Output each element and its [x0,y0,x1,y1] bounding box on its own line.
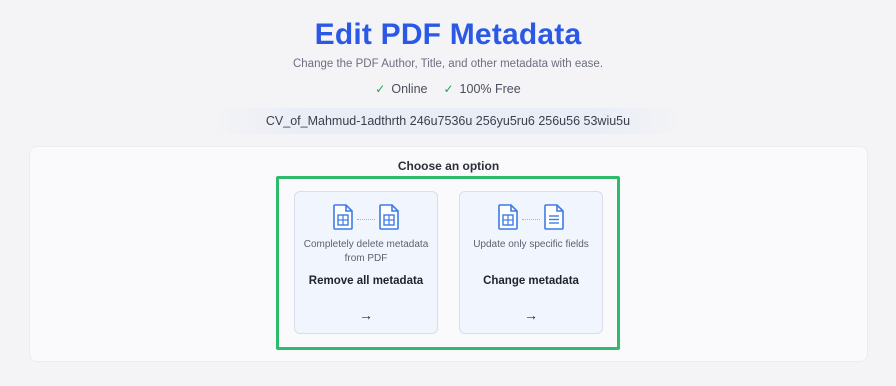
connector-dots [357,219,375,220]
text-doc-icon [544,204,564,235]
pdf-doc-icon [333,204,353,235]
card-icons [460,204,602,235]
change-metadata-option[interactable]: Update only specific fields Change metad… [459,191,603,334]
feature-label: Online [391,82,428,96]
option-description: Update only specific fields [473,239,589,250]
pdf-doc-icon [379,204,399,235]
connector-dots [522,219,540,220]
check-icon: ✓ [443,82,454,96]
feature-online: ✓ Online [375,82,427,96]
option-description: Completely delete metadata from PDF [303,239,429,264]
page-subtitle: Change the PDF Author, Title, and other … [292,58,604,70]
arrow-right-icon[interactable]: → [460,307,602,323]
feature-label: 100% Free [459,82,521,96]
options-panel: Choose an option Completely delete metad… [29,146,868,362]
arrow-right-icon[interactable]: → [295,307,437,323]
card-icons [295,204,437,235]
pdf-doc-icon [498,204,518,235]
feature-free: ✓ 100% Free [443,82,520,96]
page-title: Edit PDF Metadata [314,18,582,51]
page: Edit PDF Metadata Change the PDF Author,… [0,0,896,386]
option-action-label: Change metadata [483,275,579,287]
option-action-label: Remove all metadata [308,275,424,287]
remove-metadata-option[interactable]: Completely delete metadata from PDF Remo… [294,191,438,334]
check-icon: ✓ [375,82,386,96]
feature-list: ✓ Online ✓ 100% Free [0,82,896,96]
file-name: CV_of_Mahmud-1adthrth 246u7536u 256yu5ru… [210,108,686,134]
options-heading: Choose an option [397,159,500,173]
